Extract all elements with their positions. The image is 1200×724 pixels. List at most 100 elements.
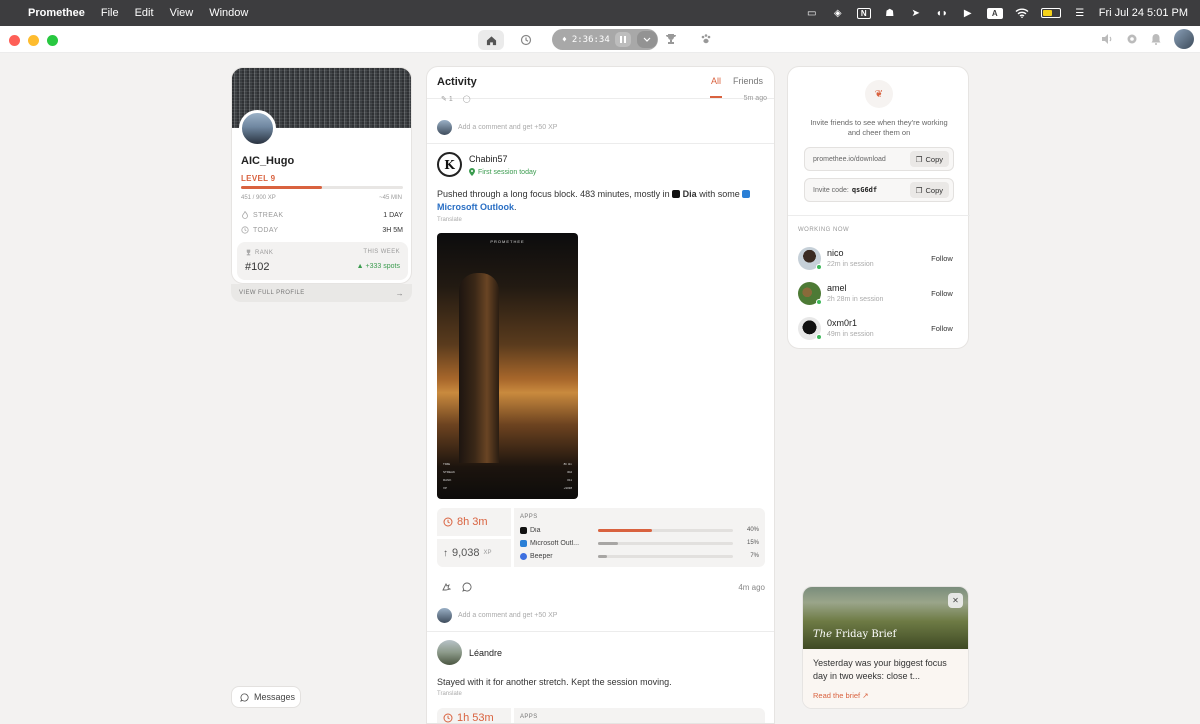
pets-button[interactable] [700,32,712,50]
user-name: nico [827,248,844,258]
post-body-text-mid: with some [699,189,740,199]
notifications-icon[interactable] [1150,33,1162,45]
commenter-avatar [437,119,452,135]
airpods-status-icon[interactable]: ◖◗ [935,7,949,19]
online-indicator [816,334,822,340]
display-status-icon[interactable]: ▭ [805,7,819,19]
cheer-icon[interactable] [441,582,451,592]
play-status-icon[interactable]: ▶ [961,7,975,19]
menu-window[interactable]: Window [209,7,248,19]
wifi-icon[interactable] [1015,7,1029,19]
tab-all[interactable]: All [711,76,721,86]
today-value: 3H 5M [382,226,403,234]
post-body: Stayed with it for another stretch. Kept… [437,677,672,687]
minimize-window-button[interactable] [28,35,39,46]
menubar-clock[interactable]: Fri Jul 24 5:01 PM [1099,7,1188,19]
rank-box[interactable]: RANK #102 THIS WEEK ▲ +333 spots [237,242,408,280]
cat-status-icon[interactable]: ☗ [883,7,897,19]
view-full-profile-link[interactable]: VIEW FULL PROFILE → [231,284,412,302]
user-name: amel [827,283,847,293]
sound-icon[interactable] [1101,33,1114,45]
menu-view[interactable]: View [170,7,194,19]
image-tower [459,273,499,463]
leaderboard-button[interactable] [665,32,677,50]
session-card-image[interactable]: PROMETHEE TIME 8h 3m STREAK 30d RANK #11 XP… [437,233,578,499]
apps-breakdown: APPS Dia 40% Microsoft Outl... 15% Beepe… [514,508,765,567]
friday-brief-card[interactable]: The Friday Brief ✕ Yesterday was your bi… [802,586,969,709]
profile-card[interactable]: AIC_Hugo LEVEL 9 451 / 900 XP ~45 MIN ST… [231,67,412,284]
app-name: Microsoft Outl... [530,539,580,547]
close-window-button[interactable] [9,35,20,46]
home-button[interactable] [478,30,504,50]
comment-input-row[interactable]: Add a comment and get +50 XP [437,119,767,135]
app-menu[interactable]: Promethee [28,7,85,19]
comment-placeholder[interactable]: Add a comment and get +50 XP [458,124,557,131]
post-author-name[interactable]: Chabin57 [469,154,508,164]
keyboard-input-icon[interactable]: A [986,7,1003,19]
profile-avatar[interactable] [239,110,276,147]
menu-file[interactable]: File [101,7,119,19]
outlook-app-icon [742,190,751,198]
cheer-icon[interactable]: ✎ [441,96,447,103]
comment-icon[interactable] [462,582,472,592]
copy-icon: ❐ [915,154,923,164]
vpn-status-icon[interactable]: ◈ [831,7,845,19]
xp-text: 451 / 900 XP [241,195,276,201]
menu-edit[interactable]: Edit [135,7,154,19]
xp-progress-bar [241,186,403,189]
read-brief-link[interactable]: Read the brief ↗ [813,691,869,700]
follow-button[interactable]: Follow [924,250,960,266]
arrow-status-icon[interactable]: ➤ [909,7,923,19]
zoom-window-button[interactable] [47,35,58,46]
tab-friends[interactable]: Friends [733,76,763,86]
timer-menu-button[interactable] [636,31,657,48]
working-user-row[interactable]: amel 2h 28m in session Follow [798,281,960,307]
image-stat-row: RANK #11 [443,478,572,482]
app-usage-row: Beeper 7% [520,551,759,561]
pause-button[interactable] [614,32,631,47]
translate-link[interactable]: Translate [437,217,462,223]
notion-status-icon[interactable]: N [856,7,871,19]
feed-title: Activity [437,76,477,88]
post-author-avatar[interactable] [437,640,462,665]
close-icon[interactable]: ✕ [948,593,963,608]
battery-icon[interactable] [1040,8,1061,18]
settings-icon[interactable] [1126,33,1138,45]
working-user-row[interactable]: 0xm0r1 49m in session Follow [798,316,960,342]
follow-button[interactable]: Follow [924,285,960,301]
control-center-icon[interactable]: ☰ [1073,7,1087,19]
post-author-avatar[interactable]: K [437,152,462,177]
copy-download-button[interactable]: ❐ Copy [909,151,949,167]
comment-icon[interactable]: ◯ [463,96,471,103]
app-usage-fill [598,541,619,545]
image-stat-row: XP +9038 [443,486,572,490]
session-time-value: 8h 3m [457,516,488,528]
streak-row: STREAK 1 DAY [241,211,403,219]
pin-icon [469,168,475,176]
comment-placeholder[interactable]: Add a comment and get +50 XP [458,612,557,619]
history-button[interactable] [517,31,535,49]
follow-button[interactable]: Follow [924,320,960,336]
user-avatar[interactable] [1174,29,1194,49]
messages-button[interactable]: Messages [231,686,301,708]
comment-input-row[interactable]: Add a comment and get +50 XP [437,607,767,623]
post-author-name[interactable]: Léandre [469,648,502,658]
post-body-text: Pushed through a long focus block. 483 m… [437,189,670,199]
dia-app-icon [520,526,527,534]
rank-label: RANK [255,249,274,256]
copy-invite-button[interactable]: ❐ Copy [909,182,949,198]
messages-label: Messages [254,692,296,702]
image-brand: PROMETHEE [490,239,525,244]
session-timer[interactable]: ♦ 2:36:34 [552,29,658,50]
translate-link[interactable]: Translate [437,691,462,697]
working-user-row[interactable]: nico 22m in session Follow [798,246,960,272]
week-label: THIS WEEK [363,249,400,255]
avatar-letter: K [444,157,455,172]
app-usage-bar [598,554,733,558]
clock-icon [241,226,249,234]
post-time: 4m ago [738,582,765,592]
app-usage-row: Microsoft Outl... 15% [520,538,759,548]
post-app-second[interactable]: Microsoft Outlook [437,202,514,212]
app-usage-bar [598,541,733,545]
flame-icon [242,211,248,219]
